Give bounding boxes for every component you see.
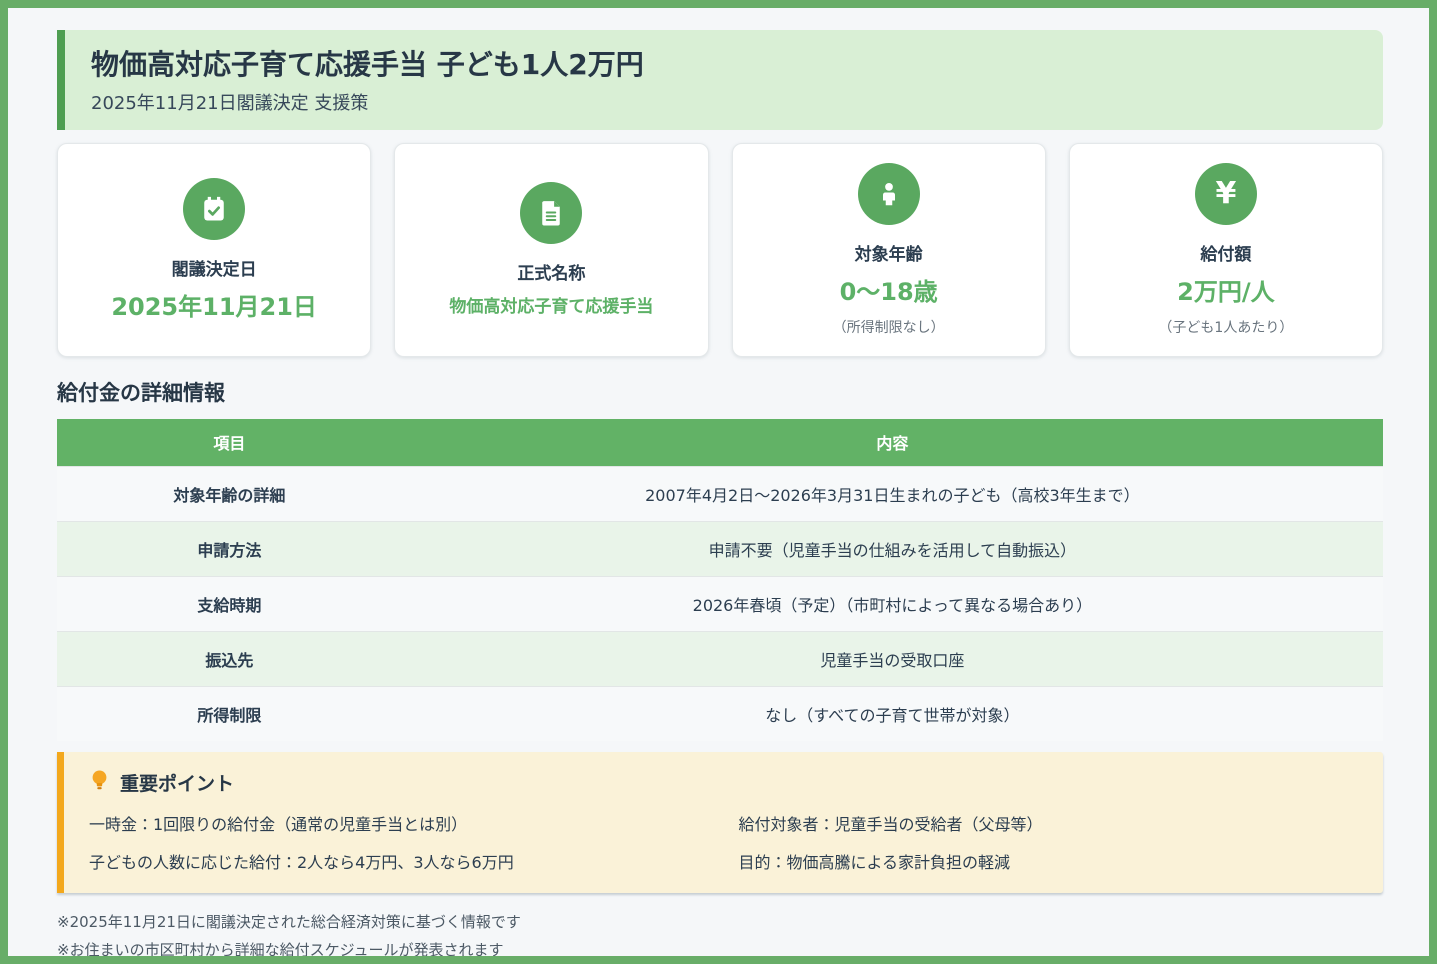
page-header: 物価高対応子育て応援手当 子ども1人2万円 2025年11月21日閣議決定 支援… — [57, 30, 1383, 130]
person-icon — [858, 163, 920, 225]
calendar-check-icon — [183, 178, 245, 240]
table-row: 振込先 児童手当の受取口座 — [57, 631, 1383, 686]
card-value: 物価高対応子育て応援手当 — [449, 297, 653, 317]
summary-cards: 閣議決定日 2025年11月21日 正式名称 物価高対応子育て応援手当 — [57, 143, 1383, 357]
row-value: なし（すべての子育て世帯が対象） — [402, 686, 1383, 741]
footnote: ※2025年11月21日に閣議決定された総合経済対策に基づく情報です — [57, 908, 1383, 937]
row-label: 対象年齢の詳細 — [57, 466, 402, 521]
column-header-item: 項目 — [57, 419, 402, 467]
important-points-header: 重要ポイント — [89, 769, 1358, 796]
important-points-list: 一時金：1回限りの給付金（通常の児童手当とは別） 給付対象者：児童手当の受給者（… — [89, 811, 1358, 873]
table-header-row: 項目 内容 — [57, 419, 1383, 467]
card-benefit-amount: ¥ 給付額 2万円/人 （子ども1人あたり） — [1069, 143, 1383, 357]
card-note: （子ども1人あたり） — [1158, 317, 1293, 337]
table-row: 申請方法 申請不要（児童手当の仕組みを活用して自動振込） — [57, 521, 1383, 576]
important-point: 子どもの人数に応じた給付：2人なら4万円、3人なら6万円 — [89, 849, 709, 873]
card-label: 給付額 — [1200, 240, 1251, 265]
important-point: 目的：物価高騰による家計負担の軽減 — [739, 849, 1359, 873]
row-value: 申請不要（児童手当の仕組みを活用して自動振込） — [402, 521, 1383, 576]
row-label: 所得制限 — [57, 686, 402, 741]
important-points-title: 重要ポイント — [120, 769, 234, 796]
row-value: 児童手当の受取口座 — [402, 631, 1383, 686]
important-points-box: 重要ポイント 一時金：1回限りの給付金（通常の児童手当とは別） 給付対象者：児童… — [57, 752, 1383, 893]
card-value: 0〜18歳 — [840, 278, 938, 307]
page-subtitle: 2025年11月21日閣議決定 支援策 — [91, 89, 1357, 115]
important-point: 給付対象者：児童手当の受給者（父母等） — [739, 811, 1359, 835]
footnotes: ※2025年11月21日に閣議決定された総合経済対策に基づく情報です ※お住まい… — [57, 908, 1383, 964]
card-value: 2025年11月21日 — [111, 293, 317, 322]
card-label: 閣議決定日 — [172, 255, 257, 280]
lightbulb-icon — [89, 769, 110, 796]
card-value: 2万円/人 — [1177, 278, 1274, 307]
document-icon — [520, 182, 582, 244]
table-row: 対象年齢の詳細 2007年4月2日〜2026年3月31日生まれの子ども（高校3年… — [57, 466, 1383, 521]
yen-icon: ¥ — [1195, 163, 1257, 225]
important-point: 一時金：1回限りの給付金（通常の児童手当とは別） — [89, 811, 709, 835]
footnote: ※お住まいの市区町村から詳細な給付スケジュールが発表されます — [57, 936, 1383, 964]
card-official-name: 正式名称 物価高対応子育て応援手当 — [394, 143, 708, 357]
section-title: 給付金の詳細情報 — [57, 377, 1383, 407]
card-label: 正式名称 — [517, 259, 585, 284]
row-value: 2026年春頃（予定）（市町村によって異なる場合あり） — [402, 576, 1383, 631]
card-note: （所得制限なし） — [833, 317, 945, 337]
yen-symbol: ¥ — [1215, 179, 1236, 209]
row-label: 支給時期 — [57, 576, 402, 631]
card-eligible-age: 対象年齢 0〜18歳 （所得制限なし） — [732, 143, 1046, 357]
column-header-content: 内容 — [402, 419, 1383, 467]
card-label: 対象年齢 — [855, 240, 923, 265]
row-value: 2007年4月2日〜2026年3月31日生まれの子ども（高校3年生まで） — [402, 466, 1383, 521]
row-label: 申請方法 — [57, 521, 402, 576]
table-row: 支給時期 2026年春頃（予定）（市町村によって異なる場合あり） — [57, 576, 1383, 631]
card-cabinet-decision-date: 閣議決定日 2025年11月21日 — [57, 143, 371, 357]
page-frame: 物価高対応子育て応援手当 子ども1人2万円 2025年11月21日閣議決定 支援… — [0, 0, 1437, 964]
table-row: 所得制限 なし（すべての子育て世帯が対象） — [57, 686, 1383, 741]
row-label: 振込先 — [57, 631, 402, 686]
details-table: 項目 内容 対象年齢の詳細 2007年4月2日〜2026年3月31日生まれの子ど… — [57, 419, 1383, 741]
page-title: 物価高対応子育て応援手当 子ども1人2万円 — [91, 46, 1357, 84]
